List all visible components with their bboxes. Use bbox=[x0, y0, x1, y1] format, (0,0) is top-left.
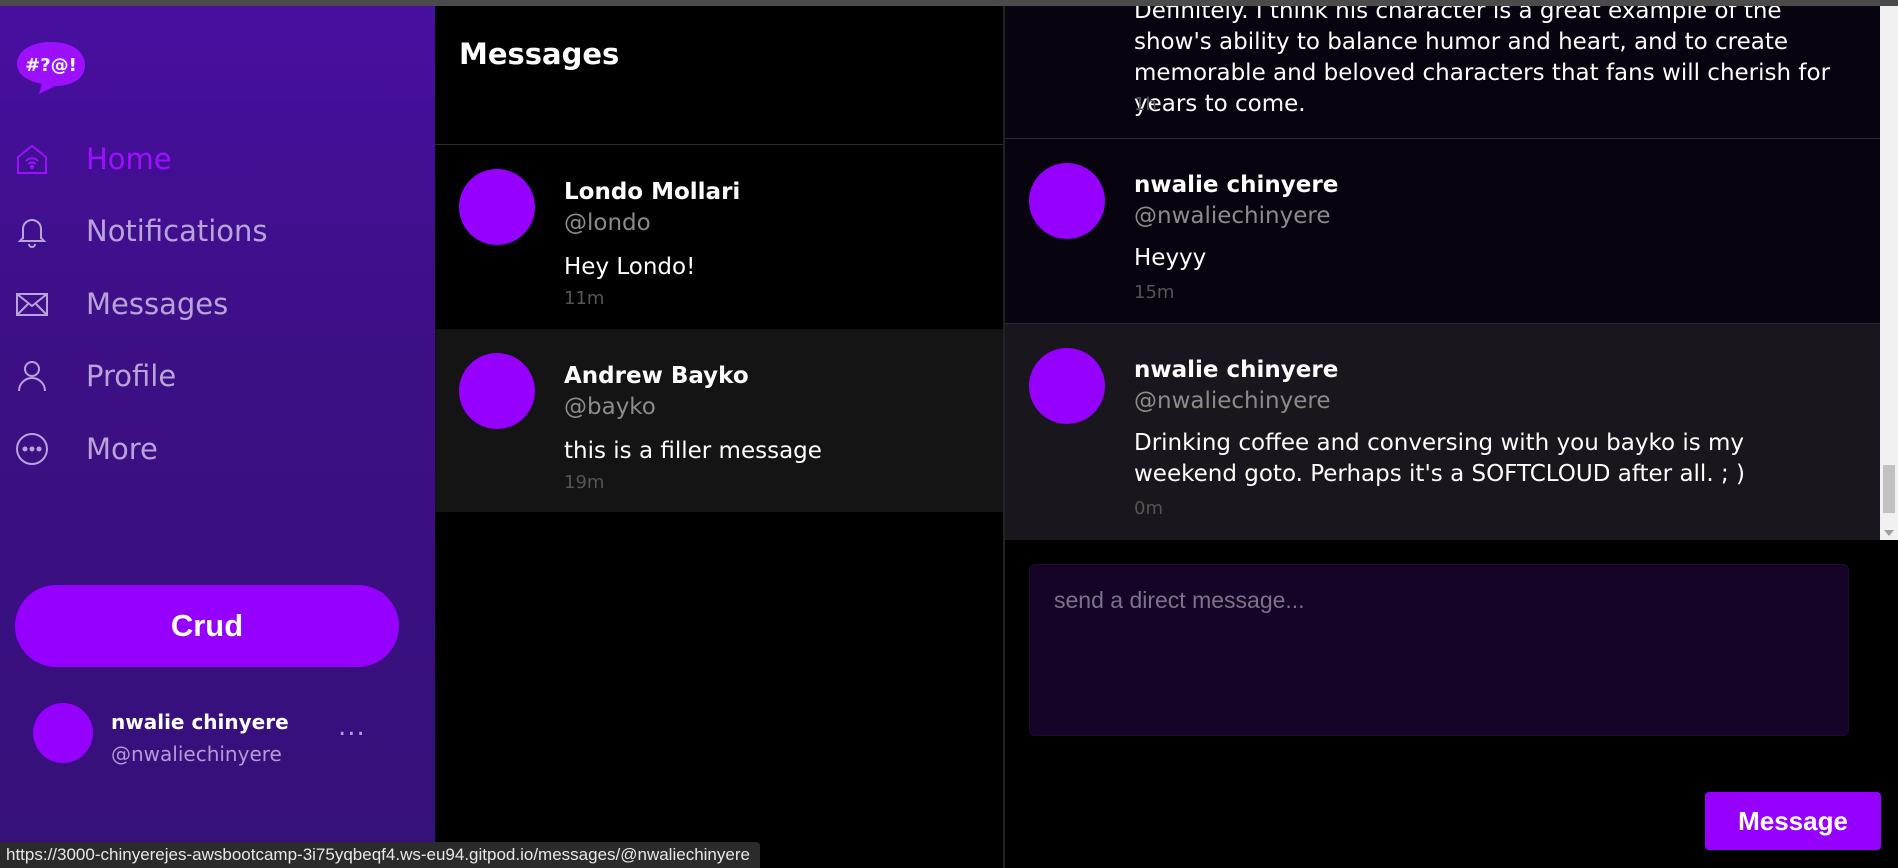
message-group-preview: Hey Londo! bbox=[564, 254, 696, 280]
scroll-down-arrow-icon[interactable] bbox=[1884, 530, 1894, 536]
sidebar-item-label: Profile bbox=[86, 359, 177, 393]
avatar bbox=[459, 169, 535, 245]
message-body: Drinking coffee and conversing with you … bbox=[1134, 430, 1745, 487]
user-more-button[interactable]: ... bbox=[338, 714, 372, 742]
sidebar-item-home[interactable]: Home bbox=[14, 134, 172, 184]
message-group-time: 19m bbox=[564, 472, 605, 493]
message-time: 0m bbox=[1134, 498, 1163, 519]
avatar bbox=[1029, 348, 1105, 424]
avatar[interactable] bbox=[33, 703, 93, 763]
message-group-item[interactable]: Andrew Bayko @bayko this is a filler mes… bbox=[435, 329, 1003, 512]
avatar bbox=[459, 353, 535, 429]
avatar bbox=[1029, 163, 1105, 239]
current-user-handle: @nwaliechinyere bbox=[111, 742, 282, 766]
page-title: Messages bbox=[459, 37, 620, 71]
message-item: nwalie chinyere @nwaliechinyere Drinking… bbox=[1005, 324, 1880, 540]
scrollbar-thumb[interactable] bbox=[1883, 465, 1895, 513]
message-group-preview: this is a filler message bbox=[564, 438, 822, 464]
sidebar-item-notifications[interactable]: Notifications bbox=[14, 206, 268, 256]
direct-message-input[interactable] bbox=[1029, 564, 1849, 736]
sidebar: #?@! Home Notifications Messages Profile… bbox=[0, 6, 435, 868]
send-message-button[interactable]: Message bbox=[1705, 792, 1881, 850]
browser-status-url: https://3000-chinyerejes-awsbootcamp-3i7… bbox=[0, 842, 760, 868]
user-icon bbox=[14, 358, 50, 394]
message-item: Definitely. I think his character is a g… bbox=[1005, 6, 1880, 139]
message-group-handle: @londo bbox=[564, 210, 651, 236]
message-author-name: nwalie chinyere bbox=[1134, 172, 1339, 198]
conversation-scrollbar[interactable] bbox=[1880, 6, 1898, 540]
sidebar-item-messages[interactable]: Messages bbox=[14, 279, 228, 329]
sidebar-item-label: Home bbox=[86, 142, 172, 176]
sidebar-item-label: More bbox=[86, 432, 158, 466]
conversation-feed[interactable]: Definitely. I think his character is a g… bbox=[1005, 6, 1880, 540]
message-group-item[interactable]: Londo Mollari @londo Hey Londo! 11m bbox=[435, 145, 1003, 328]
mail-icon bbox=[14, 286, 50, 322]
current-user-name: nwalie chinyere bbox=[111, 710, 289, 734]
crud-button[interactable]: Crud bbox=[15, 585, 399, 667]
sidebar-item-more[interactable]: More bbox=[14, 424, 158, 474]
message-group-time: 11m bbox=[564, 288, 605, 309]
message-composer: 1024 Message bbox=[1005, 540, 1898, 868]
message-body: Definitely. I think his character is a g… bbox=[1134, 6, 1831, 117]
message-author-name: nwalie chinyere bbox=[1134, 357, 1339, 383]
sidebar-item-label: Messages bbox=[86, 287, 229, 321]
app-logo[interactable]: #?@! bbox=[15, 38, 87, 96]
message-groups-column: Messages Londo Mollari @londo Hey Londo!… bbox=[435, 6, 1003, 868]
home-icon bbox=[14, 141, 50, 177]
more-circle-icon bbox=[14, 431, 50, 467]
message-group-name: Andrew Bayko bbox=[564, 363, 749, 389]
logo-text: #?@! bbox=[25, 55, 77, 76]
message-time: 1h bbox=[1134, 94, 1157, 115]
message-author-handle: @nwaliechinyere bbox=[1134, 203, 1331, 229]
message-time: 15m bbox=[1134, 282, 1175, 303]
sidebar-item-label: Notifications bbox=[86, 214, 268, 248]
message-group-name: Londo Mollari bbox=[564, 179, 741, 205]
message-item: nwalie chinyere @nwaliechinyere Heyyy 15… bbox=[1005, 139, 1880, 324]
message-body: Heyyy bbox=[1134, 245, 1207, 271]
bell-icon bbox=[14, 213, 50, 249]
sidebar-item-profile[interactable]: Profile bbox=[14, 351, 176, 401]
message-author-handle: @nwaliechinyere bbox=[1134, 388, 1331, 414]
message-group-handle: @bayko bbox=[564, 394, 656, 420]
